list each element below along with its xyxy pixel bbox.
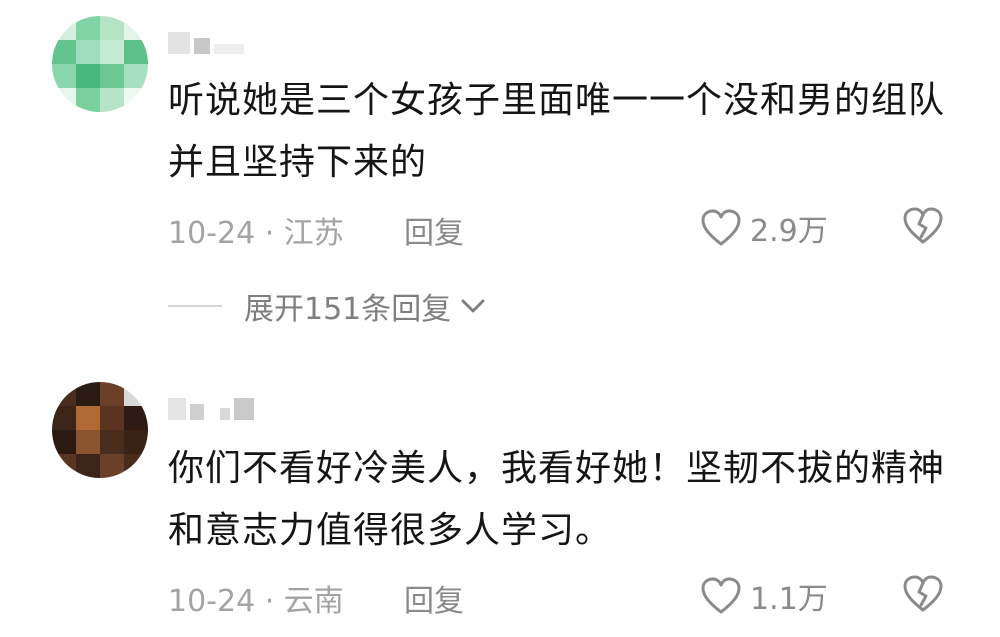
chevron-down-icon: [461, 299, 485, 313]
like-count: 2.9万: [750, 214, 828, 249]
dislike-button[interactable]: [902, 206, 944, 250]
comment-date-location: 10-24 · 江苏: [168, 216, 344, 251]
like-count: 1.1万: [750, 582, 828, 617]
comment-item: 听说她是三个女孩子里面唯一一个没和男的组队并且坚持下来的 10-24 · 江苏 …: [0, 0, 1000, 270]
comment-text: 你们不看好冷美人，我看好她！坚韧不拔的精神和意志力值得很多人学习。: [168, 448, 946, 551]
avatar[interactable]: [52, 382, 148, 478]
like-button[interactable]: 2.9万: [700, 206, 828, 250]
broken-heart-icon: [903, 207, 943, 244]
heart-outline-icon: [701, 209, 741, 246]
expand-replies-label: 展开151条回复: [244, 292, 452, 327]
reply-button[interactable]: 回复: [404, 208, 464, 252]
heart-outline-icon: [701, 577, 741, 614]
divider-line: [168, 305, 222, 307]
reply-button[interactable]: 回复: [404, 576, 464, 620]
username-blurred[interactable]: [168, 398, 258, 420]
like-button[interactable]: 1.1万: [700, 574, 828, 618]
avatar[interactable]: [52, 16, 148, 112]
comment-date-location: 10-24 · 云南: [168, 584, 344, 619]
dislike-button[interactable]: [902, 574, 944, 618]
comment-text: 听说她是三个女孩子里面唯一一个没和男的组队并且坚持下来的: [168, 80, 946, 183]
comment-item: 你们不看好冷美人，我看好她！坚韧不拔的精神和意志力值得很多人学习。 10-24 …: [0, 370, 1000, 637]
broken-heart-icon: [903, 575, 943, 612]
expand-replies-button[interactable]: 展开151条回复: [168, 284, 487, 328]
username-blurred[interactable]: [168, 32, 258, 54]
